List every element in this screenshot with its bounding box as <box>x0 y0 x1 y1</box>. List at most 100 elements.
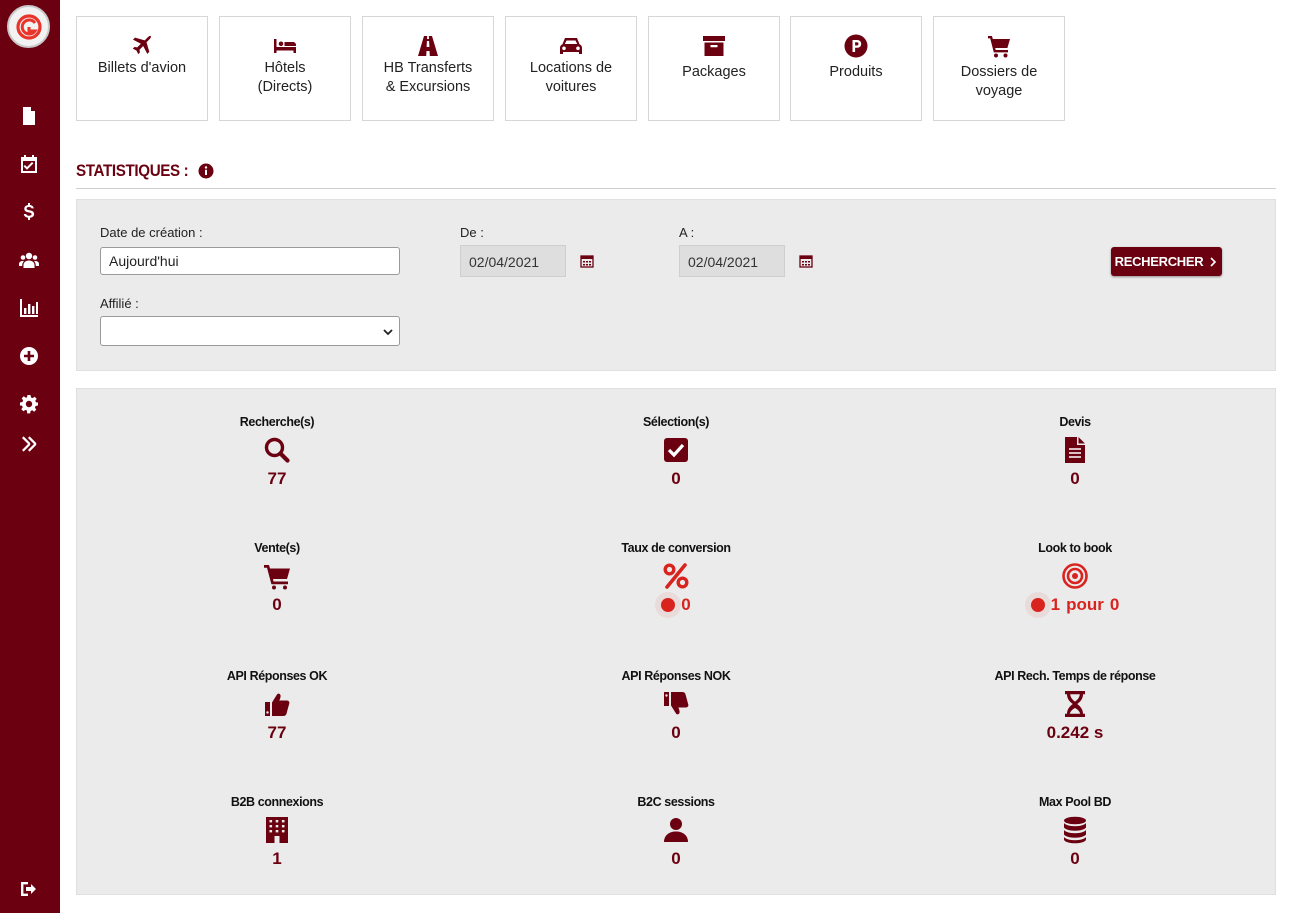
product-label: Hôtels (Directs) <box>257 60 313 95</box>
product-label: Packages <box>682 64 746 80</box>
stat-value: 0 <box>272 595 282 614</box>
look-to-book-a: 1 <box>1050 595 1061 614</box>
file-text-icon <box>1061 435 1089 465</box>
to-label: A : <box>679 225 695 240</box>
dollar-icon[interactable] <box>18 201 40 223</box>
stat-value: 0 <box>671 469 681 488</box>
page-title: STATISTIQUES : <box>76 162 189 180</box>
stat-b2c-sessions: B2C sessions 0 <box>546 795 806 869</box>
database-icon <box>1061 815 1089 845</box>
stat-label: Devis <box>1059 415 1091 429</box>
stat-sales: Vente(s) 0 <box>147 541 407 615</box>
car-icon <box>559 33 583 59</box>
stat-value: 1 pour 0 <box>1030 595 1120 615</box>
calendar-check-icon[interactable] <box>18 153 40 175</box>
product-card-car-rentals[interactable]: Locations de voitures <box>505 16 637 121</box>
stat-api-response-time: API Rech. Temps de réponse 0.242 s <box>945 669 1205 743</box>
plane-icon <box>130 33 154 59</box>
stat-value: 0 <box>671 849 681 868</box>
users-icon[interactable] <box>18 249 40 271</box>
logo-icon[interactable] <box>7 5 50 48</box>
product-label: Locations de voitures <box>529 60 613 95</box>
product-card-hotels[interactable]: Hôtels (Directs) <box>219 16 351 121</box>
to-date-input[interactable]: 02/04/2021 <box>679 245 785 277</box>
statistics-header: STATISTIQUES : <box>76 160 1276 189</box>
look-to-book-sep: pour <box>1066 595 1104 614</box>
creation-date-label: Date de création : <box>100 225 203 240</box>
stat-value: 77 <box>267 469 287 488</box>
stat-value: 0 <box>671 723 681 742</box>
hourglass-icon <box>1061 689 1089 719</box>
double-chevron-right-icon[interactable] <box>18 433 40 455</box>
product-label: Produits <box>829 64 883 80</box>
stat-conversion-rate: Taux de conversion 0 <box>546 541 806 615</box>
conversion-value: 0 <box>681 595 691 614</box>
from-date-input[interactable]: 02/04/2021 <box>460 245 566 277</box>
alert-dot-icon <box>661 598 676 612</box>
stat-label: Vente(s) <box>254 541 300 555</box>
stat-label: Recherche(s) <box>239 415 315 429</box>
product-card-flights[interactable]: Billets d'avion <box>76 16 208 121</box>
archive-box-icon <box>702 33 726 59</box>
affiliate-label: Affilié : <box>100 296 139 311</box>
bed-icon <box>273 33 297 59</box>
cart-icon <box>987 33 1011 59</box>
stat-api-ok: API Réponses OK 77 <box>147 669 407 743</box>
building-icon <box>263 815 291 845</box>
check-square-icon <box>662 435 690 465</box>
alert-dot-icon <box>1030 598 1045 612</box>
sign-out-icon[interactable] <box>18 878 40 900</box>
chevron-right-icon <box>1210 256 1217 267</box>
road-icon <box>416 33 440 59</box>
stat-label: Sélection(s) <box>642 415 710 429</box>
parking-icon <box>844 33 868 59</box>
stat-searches: Recherche(s) 77 <box>147 415 407 489</box>
product-card-packages[interactable]: Packages <box>648 16 780 121</box>
search-button-label: RECHERCHER <box>1114 254 1204 269</box>
search-icon <box>263 435 291 465</box>
stat-value: 77 <box>267 723 287 742</box>
look-to-book-b: 0 <box>1109 595 1120 614</box>
product-card-transfers[interactable]: HB Transferts & Excursions <box>362 16 494 121</box>
stat-label: Max Pool BD <box>1039 795 1111 809</box>
stat-value: 0 <box>1070 849 1080 868</box>
product-label: Dossiers de voyage <box>960 64 1038 99</box>
gear-icon[interactable] <box>18 393 40 415</box>
product-card-products[interactable]: Produits <box>790 16 922 121</box>
search-button[interactable]: RECHERCHER <box>1111 247 1222 276</box>
from-label: De : <box>460 225 484 240</box>
sidebar <box>0 0 60 913</box>
calendar-icon[interactable] <box>799 254 813 268</box>
stat-max-pool-db: Max Pool BD 0 <box>945 795 1205 869</box>
stat-look-to-book: Look to book 1 pour 0 <box>945 541 1205 615</box>
stat-label: API Réponses OK <box>226 669 328 683</box>
stat-value: 0.242 s <box>1046 723 1104 742</box>
filter-panel: Date de création : Aujourd'hui De : 02/0… <box>76 199 1276 371</box>
chevron-down-icon <box>383 329 393 336</box>
stat-api-nok: API Réponses NOK 0 <box>546 669 806 743</box>
stat-quotes: Devis 0 <box>945 415 1205 489</box>
thumbs-down-icon <box>662 689 690 719</box>
stat-label: API Réponses NOK <box>621 669 731 683</box>
target-icon <box>1061 561 1089 591</box>
stat-value: 0 <box>1070 469 1080 488</box>
cart-icon <box>263 561 291 591</box>
product-card-travel-files[interactable]: Dossiers de voyage <box>933 16 1065 121</box>
bar-chart-icon[interactable] <box>18 297 40 319</box>
thumbs-up-icon <box>263 689 291 719</box>
stat-selections: Sélection(s) 0 <box>546 415 806 489</box>
stat-b2b-connections: B2B connexions 1 <box>147 795 407 869</box>
stat-label: Taux de conversion <box>621 541 731 555</box>
creation-date-input[interactable]: Aujourd'hui <box>100 247 400 275</box>
user-icon <box>662 815 690 845</box>
document-icon[interactable] <box>18 105 40 127</box>
percent-icon <box>662 561 690 591</box>
stat-label: Look to book <box>1038 541 1112 555</box>
stat-value: 0 <box>661 595 691 615</box>
stat-label: B2C sessions <box>637 795 715 809</box>
info-icon[interactable] <box>198 163 214 179</box>
calendar-icon[interactable] <box>580 254 594 268</box>
plus-circle-icon[interactable] <box>18 345 40 367</box>
affiliate-select[interactable] <box>100 316 400 346</box>
statistics-panel: Recherche(s) 77 Sélection(s) 0 Devis 0 V… <box>76 388 1276 895</box>
